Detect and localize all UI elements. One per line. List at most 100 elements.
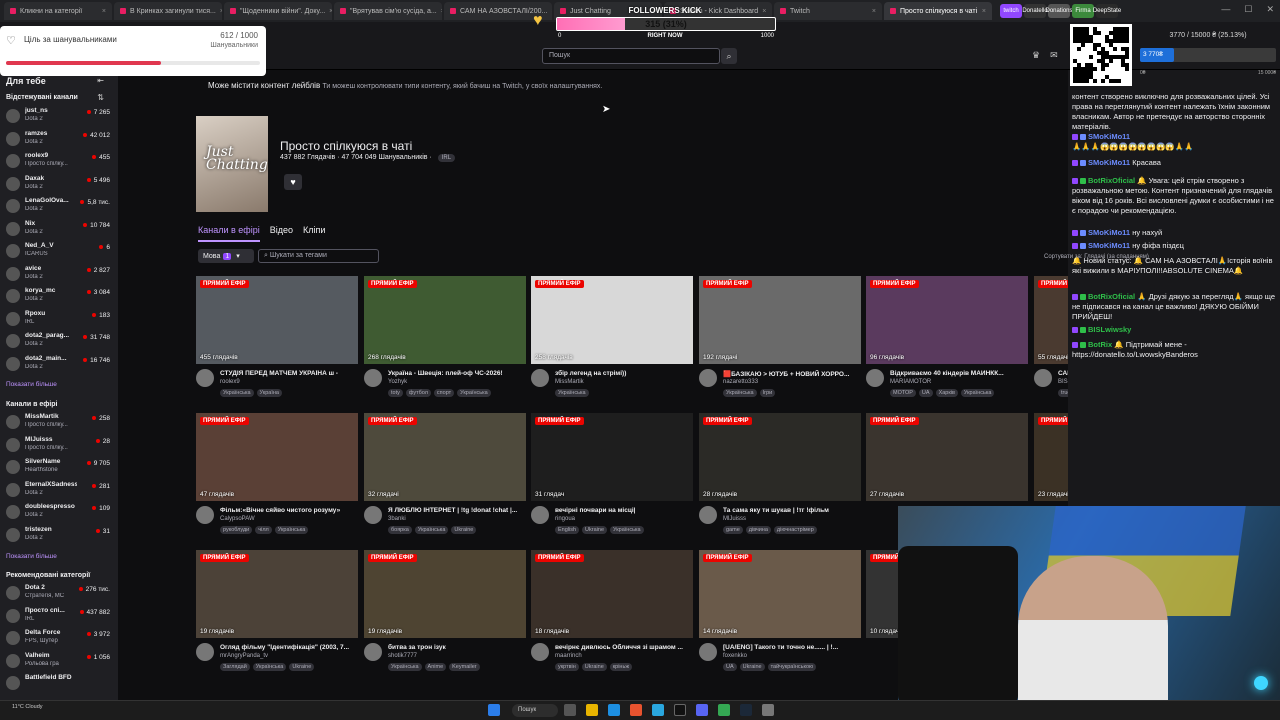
obs-icon[interactable]	[674, 704, 686, 716]
stream-card[interactable]: ПРЯМИЙ ЕФІР 96 глядачів Відкриваємо 40 кін…	[866, 276, 1028, 404]
sidebar-channel[interactable]: just_ns Dota 2 7 265	[4, 106, 114, 126]
sidebar-channel[interactable]: ramzes Dota 2 42 012	[4, 129, 114, 149]
edge-icon[interactable]	[608, 704, 620, 716]
stream-thumbnail[interactable]: ПРЯМИЙ ЕФІР 28 глядачів	[699, 413, 861, 501]
stream-tag[interactable]: Українська	[960, 389, 995, 397]
stream-title[interactable]: СТУДІЯ ПЕРЕД МАТЧЕМ УКРАЇНА ш -	[220, 370, 358, 377]
stream-channel[interactable]: 3banki	[388, 516, 406, 522]
sidebar-channel[interactable]: avice Dota 2 2 827	[4, 264, 114, 284]
channel-avatar[interactable]	[364, 506, 382, 524]
channel-avatar[interactable]	[364, 369, 382, 387]
stream-tag[interactable]: Заглядай	[220, 663, 250, 671]
stream-tag[interactable]: UA	[918, 389, 933, 397]
stream-tag[interactable]: боярка	[388, 526, 412, 534]
stream-card[interactable]: ПРЯМИЙ ЕФІР 32 глядачі Я ЛЮБЛЮ ІНТЕРНЕТ | …	[364, 413, 526, 541]
sidebar-channel[interactable]: Ned_A_V ICARUS 6	[4, 241, 114, 261]
channel-avatar[interactable]	[699, 369, 717, 387]
chat-username[interactable]: BotRixOficial	[1088, 176, 1135, 185]
stream-tag[interactable]: Українська	[274, 526, 309, 534]
stream-tag[interactable]: English	[555, 526, 580, 534]
inbox-icon[interactable]: ✉	[1050, 50, 1058, 61]
stream-tag[interactable]: Українська	[610, 526, 644, 534]
close-tab-icon[interactable]: ×	[872, 8, 876, 15]
collapse-sidebar-icon[interactable]: ⇤	[97, 76, 104, 85]
steam-icon[interactable]	[740, 704, 752, 716]
stream-tag[interactable]: Українська	[388, 663, 422, 671]
stream-thumbnail[interactable]: ПРЯМИЙ ЕФІР 19 глядачів	[196, 550, 358, 638]
sidebar-channel[interactable]: dota2_main... Dota 2 16 746	[4, 354, 114, 374]
channel-avatar[interactable]	[364, 643, 382, 661]
stream-tag[interactable]: Ukraine	[289, 663, 315, 671]
close-tab-icon[interactable]: ×	[329, 8, 332, 15]
channel-avatar[interactable]	[531, 506, 549, 524]
tab-live-channels[interactable]: Канали в ефірі	[198, 225, 260, 242]
stream-card[interactable]: ПРЯМИЙ ЕФІР 31 глядач вечірні почвари на м…	[531, 413, 693, 541]
chat-username[interactable]: BotRixOficial	[1088, 292, 1135, 301]
stream-tag[interactable]: Українська	[457, 389, 491, 397]
stream-title[interactable]: Фільм:«Вічне сяйво чистого розуму»	[220, 507, 358, 514]
stream-tag[interactable]: спорт	[433, 389, 455, 397]
windows-start-icon[interactable]	[488, 704, 500, 716]
stream-channel[interactable]: mrAngryPanda_tv	[220, 653, 268, 659]
chat-username[interactable]: SMoKiMo11	[1088, 158, 1130, 167]
stream-title[interactable]: 🟥БАЗІКАЮ > ЮТУБ + НОВИЙ ХОРРО...	[723, 370, 861, 378]
stream-tag[interactable]: укртвін	[555, 663, 579, 671]
stream-title[interactable]: Україна - Швеція: плей-оф ЧС-2026!	[388, 370, 526, 377]
stream-title[interactable]: Відкриваємо 40 кіндерів МАЙНКК...	[890, 370, 1028, 377]
stream-channel[interactable]: shotik7777	[388, 653, 417, 659]
stream-thumbnail[interactable]: ПРЯМИЙ ЕФІР 258 глядачів	[531, 276, 693, 364]
sidebar-channel[interactable]: tristezen Dota 2 31	[4, 525, 114, 545]
show-more-live[interactable]: Показати більше	[6, 553, 57, 560]
channel-avatar[interactable]	[699, 643, 717, 661]
close-tab-icon[interactable]: ×	[220, 8, 222, 15]
sidebar-channel[interactable]: Valheim Рольова гра 1 056	[4, 651, 114, 671]
stream-card[interactable]: ПРЯМИЙ ЕФІР 19 глядачів Огляд фільму "Іден…	[196, 550, 358, 678]
stream-thumbnail[interactable]: ПРЯМИЙ ЕФІР 14 глядачів	[699, 550, 861, 638]
stream-card[interactable]: ПРЯМИЙ ЕФІР 19 глядачів битва за трон ізук…	[364, 550, 526, 678]
chat-username[interactable]: BotRix	[1088, 340, 1112, 349]
stream-tag[interactable]: дівчина	[745, 526, 771, 534]
stream-tag[interactable]: UA	[723, 663, 737, 671]
stream-tag[interactable]: Харків	[935, 389, 958, 397]
channel-avatar[interactable]	[196, 369, 214, 387]
stream-channel[interactable]: Yozhyk	[388, 379, 407, 385]
stream-tag[interactable]: Anime	[424, 663, 447, 671]
stream-card[interactable]: ПРЯМИЙ ЕФІР 14 глядачів [UA/ENG] Такого ти…	[699, 550, 861, 678]
extension-button[interactable]: Donatello	[1022, 4, 1048, 18]
stream-title[interactable]: Та сама яку ти шукав | !тг !фільм	[723, 507, 861, 514]
stream-tag[interactable]: Українська	[252, 663, 287, 671]
browser-tab[interactable]: "Врятував сім'ю сусіда, а... ×	[334, 2, 442, 20]
stream-tag[interactable]: чілл	[255, 526, 272, 534]
stream-tag[interactable]: діючнастрімер	[773, 526, 817, 534]
stream-tag[interactable]: МОТОР	[890, 389, 916, 397]
show-more-followed[interactable]: Показати більше	[6, 381, 57, 388]
stream-title[interactable]: Огляд фільму "Ідентифікація" (2003, 7...	[220, 644, 358, 651]
chat-username[interactable]: SMoKiMo11	[1088, 241, 1130, 250]
channel-avatar[interactable]	[699, 506, 717, 524]
sidebar-channel[interactable]: Просто спі... IRL 437 882	[4, 606, 114, 626]
sidebar-channel[interactable]: Delta Force FPS, Шутер 3 972	[4, 628, 114, 648]
stream-tag[interactable]: Україна	[256, 389, 282, 397]
telegram-icon[interactable]	[652, 704, 664, 716]
stream-channel[interactable]: ringoua	[555, 516, 575, 522]
chat-username[interactable]: SMoKiMo11	[1088, 228, 1130, 237]
stream-tag[interactable]: toty	[388, 389, 403, 397]
stream-thumbnail[interactable]: ПРЯМИЙ ЕФІР 32 глядачі	[364, 413, 526, 501]
stream-thumbnail[interactable]: ПРЯМИЙ ЕФІР 47 глядачів	[196, 413, 358, 501]
stream-card[interactable]: ПРЯМИЙ ЕФІР 47 глядачів Фільм:«Вічне сяйво…	[196, 413, 358, 541]
channel-avatar[interactable]	[866, 369, 884, 387]
stream-thumbnail[interactable]: ПРЯМИЙ ЕФІР 455 глядачів	[196, 276, 358, 364]
stream-tag[interactable]: Keymailer	[449, 663, 480, 671]
sidebar-channel[interactable]: doubleespresso Dota 2 109	[4, 502, 114, 522]
tab-videos[interactable]: Відео	[270, 225, 293, 242]
stream-thumbnail[interactable]: ПРЯМИЙ ЕФІР 27 глядачів	[866, 413, 1028, 501]
crown-icon[interactable]: ♛	[1032, 50, 1040, 61]
stream-tag[interactable]: Українська	[414, 526, 449, 534]
stream-title[interactable]: вечірні почвари на місці|	[555, 507, 693, 514]
stream-tag[interactable]: Українська	[220, 389, 254, 397]
channel-avatar[interactable]	[531, 369, 549, 387]
weather-widget[interactable]: 11°C Cloudy	[12, 704, 43, 710]
stream-channel[interactable]: nazaretto333	[723, 379, 758, 385]
stream-tag[interactable]: кріньж	[609, 663, 633, 671]
stream-tag[interactable]: тайчукраїнською	[767, 663, 817, 671]
